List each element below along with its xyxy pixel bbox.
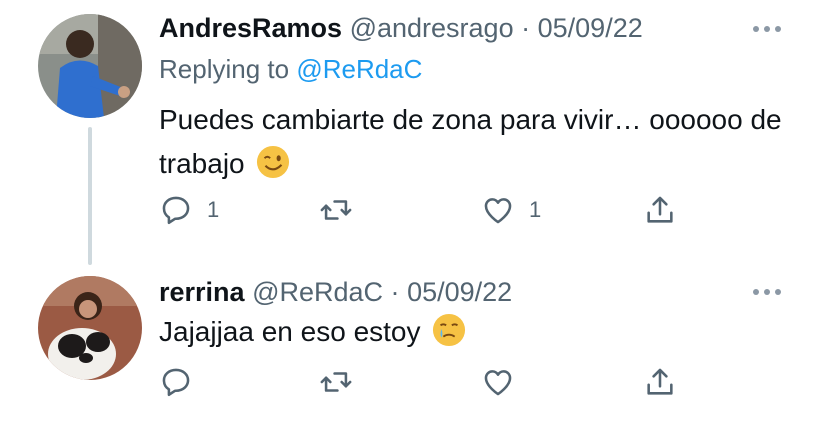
tweet-text: Jajajjaa en eso estoy	[159, 310, 789, 354]
tweet-body: Puedes cambiarte de zona para vivir… ooo…	[159, 104, 782, 179]
like-count: 1	[529, 197, 542, 222]
tweet-header: rerrina @ReRdaC · 05/09/22	[159, 276, 512, 308]
tweet-2[interactable]: rerrina @ReRdaC · 05/09/22 Jajajjaa en e…	[0, 260, 828, 423]
winking-face-icon	[257, 145, 290, 179]
tweet-header: AndresRamos @andresrago · 05/09/22	[159, 12, 643, 44]
reply-button[interactable]	[159, 362, 207, 402]
like-button[interactable]	[481, 362, 529, 402]
tweet-actions: 1 1	[159, 190, 699, 230]
reply-icon	[162, 196, 190, 225]
reply-button[interactable]: 1	[159, 190, 219, 230]
replying-label: Replying to	[159, 54, 290, 84]
share-button[interactable]	[643, 362, 677, 402]
reply-icon	[162, 368, 190, 397]
like-button[interactable]: 1	[481, 190, 541, 230]
share-button[interactable]	[643, 190, 677, 230]
share-icon	[647, 196, 673, 223]
replying-mention[interactable]: @ReRdaC	[296, 54, 422, 84]
handle[interactable]: @ReRdaC	[252, 277, 383, 307]
retweet-icon	[320, 200, 352, 220]
timestamp[interactable]: 05/09/22	[538, 13, 643, 43]
replying-to: Replying to @ReRdaC	[159, 54, 422, 85]
retweet-icon	[320, 372, 352, 392]
handle[interactable]: @andresrago	[350, 13, 514, 43]
separator: ·	[390, 277, 400, 307]
share-icon	[647, 368, 673, 395]
display-name[interactable]: rerrina	[159, 277, 245, 307]
timestamp[interactable]: 05/09/22	[407, 277, 512, 307]
reply-count: 1	[207, 197, 220, 222]
retweet-button[interactable]	[319, 362, 367, 402]
face-holding-back-tears-icon	[433, 313, 466, 347]
tweet-1[interactable]: AndresRamos @andresrago · 05/09/22 Reply…	[0, 0, 828, 265]
tweet-actions	[159, 362, 699, 402]
thread-line	[88, 127, 92, 265]
avatar[interactable]	[38, 14, 142, 118]
heart-icon	[484, 370, 512, 396]
retweet-button[interactable]	[319, 190, 367, 230]
tweet-body: Jajajjaa en eso estoy	[159, 316, 421, 347]
tweet-text: Puedes cambiarte de zona para vivir… ooo…	[159, 98, 789, 186]
avatar[interactable]	[38, 276, 142, 380]
more-options-icon[interactable]	[753, 24, 783, 34]
heart-icon	[484, 198, 512, 224]
display-name[interactable]: AndresRamos	[159, 13, 342, 43]
separator: ·	[521, 13, 531, 43]
more-options-icon[interactable]	[753, 287, 783, 297]
